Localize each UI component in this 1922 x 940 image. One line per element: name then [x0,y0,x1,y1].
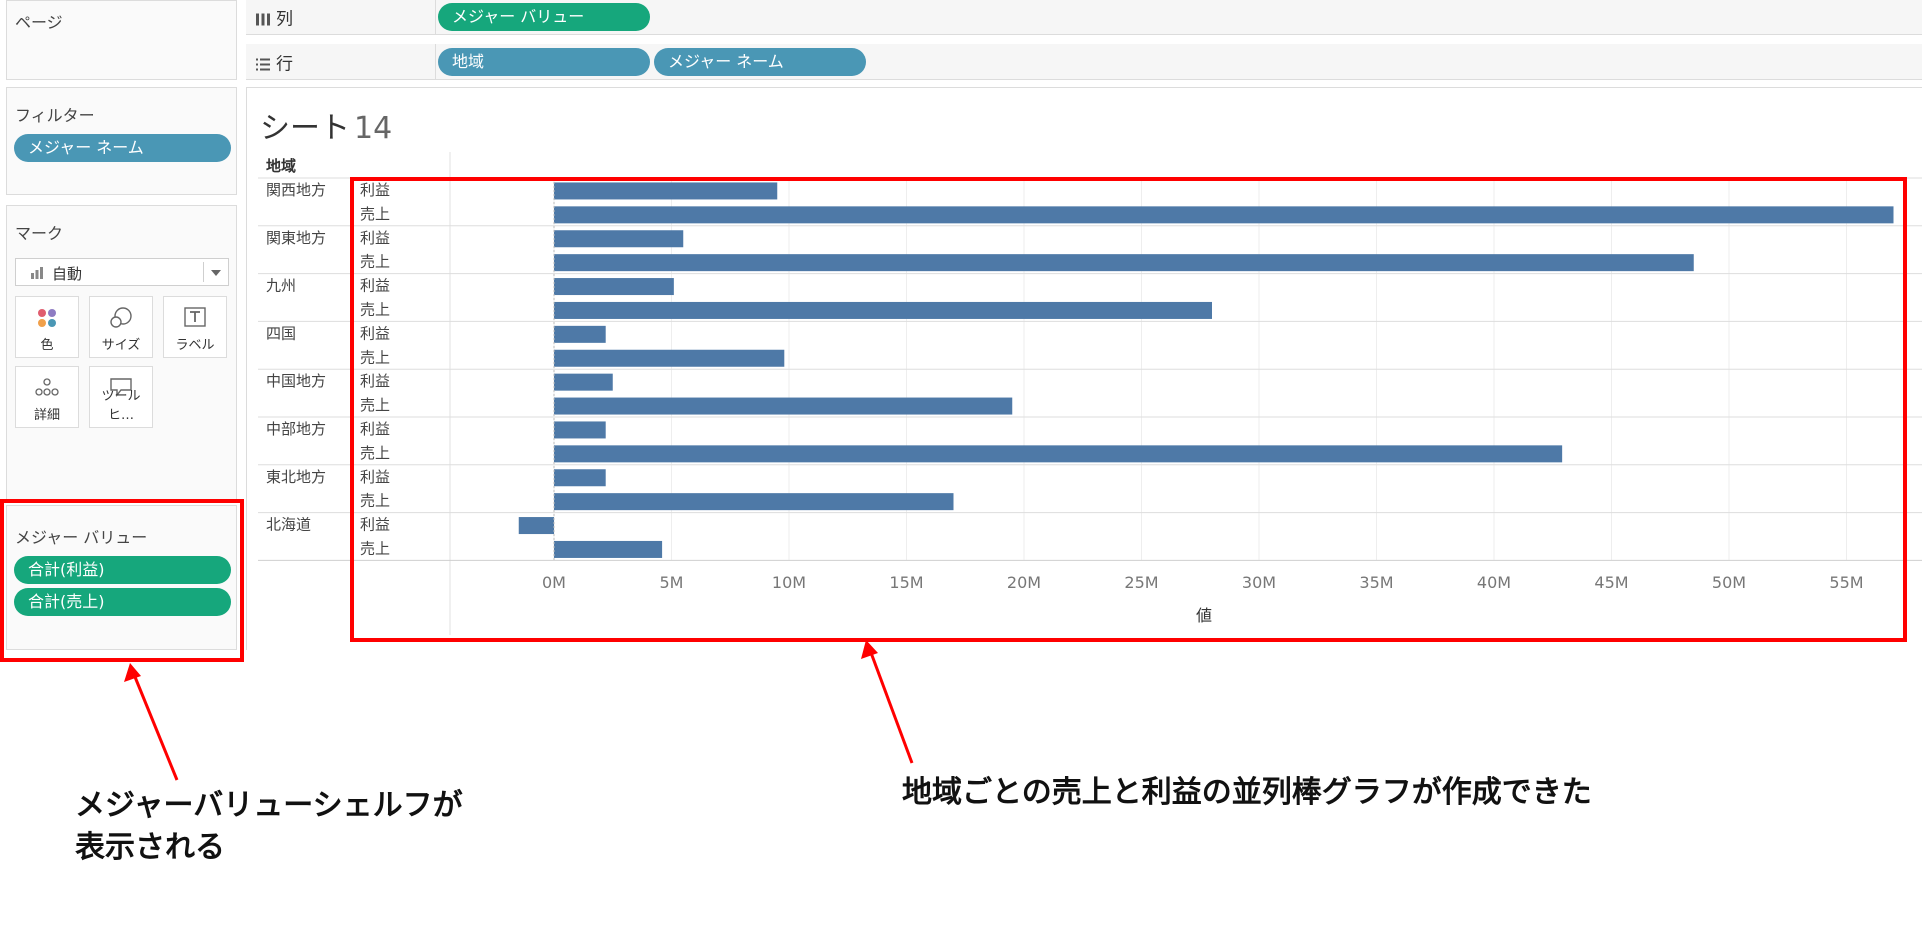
pages-card: ページ [6,0,237,80]
columns-measure-values-pill[interactable]: メジャー バリュー [438,3,650,31]
sheet-title-prefix: シート [260,111,350,146]
right-annotation: 地域ごとの売上と利益の並列棒グラフが作成できた [902,775,1592,810]
rows-shelf-label: 行 [246,44,436,79]
label-mark-label: ラベル [175,338,215,353]
marks-title: マーク [15,224,64,243]
size-mark-button[interactable]: サイズ [89,296,153,358]
detail-mark-label: 詳細 [33,408,60,423]
left-annotation: メジャーバリューシェルフが 表示される [75,785,463,869]
rows-label-text: 行 [276,54,293,74]
color-mark-label: 色 [40,338,54,353]
color-icon [38,309,56,327]
marks-card: マーク 自動 色 サイズ ラベル 詳細 ツールヒ… [6,205,237,500]
mark-type-label: 自動 [52,265,83,283]
size-icon [110,307,132,328]
left-arrow-head [124,663,141,682]
sheet-title-number: 14 [354,111,393,146]
left-arrow-line [131,671,179,781]
dropdown-divider [203,262,204,282]
detail-mark-button[interactable]: 詳細 [15,366,79,428]
right-arrow-line [868,649,914,764]
bar-chart-icon [31,267,43,279]
measure-values-highlight-box [0,499,244,662]
mark-type-dropdown[interactable]: 自動 [15,258,229,286]
columns-shelf[interactable]: 列 メジャー バリュー [246,0,1922,35]
color-mark-button[interactable]: 色 [15,296,79,358]
text-label-icon [184,307,206,327]
detail-icon [35,378,59,396]
rows-icon [256,58,270,70]
columns-shelf-label: 列 [246,0,436,34]
tooltip-mark-button[interactable]: ツールヒ… [89,366,153,428]
tooltip-mark-label: ツールヒ… [101,389,141,423]
rows-measure-names-pill[interactable]: メジャー ネーム [654,48,866,76]
filters-title: フィルター [15,106,95,125]
filters-card: フィルター メジャー ネーム [6,87,237,195]
left-annotation-line2: 表示される [75,830,225,865]
rows-region-pill[interactable]: 地域 [438,48,650,76]
size-mark-label: サイズ [101,338,141,353]
chevron-down-icon [211,270,221,276]
columns-label-text: 列 [276,9,293,30]
filter-measure-names-pill[interactable]: メジャー ネーム [14,134,231,162]
pages-title: ページ [15,13,63,32]
label-mark-button[interactable]: ラベル [163,296,227,358]
rows-shelf[interactable]: 行 地域 メジャー ネーム [246,44,1922,80]
columns-icon [256,13,270,26]
chart-highlight-box [350,177,1907,642]
sheet-title: シート 14 [260,103,392,147]
left-annotation-line1: メジャーバリューシェルフが [75,788,463,823]
